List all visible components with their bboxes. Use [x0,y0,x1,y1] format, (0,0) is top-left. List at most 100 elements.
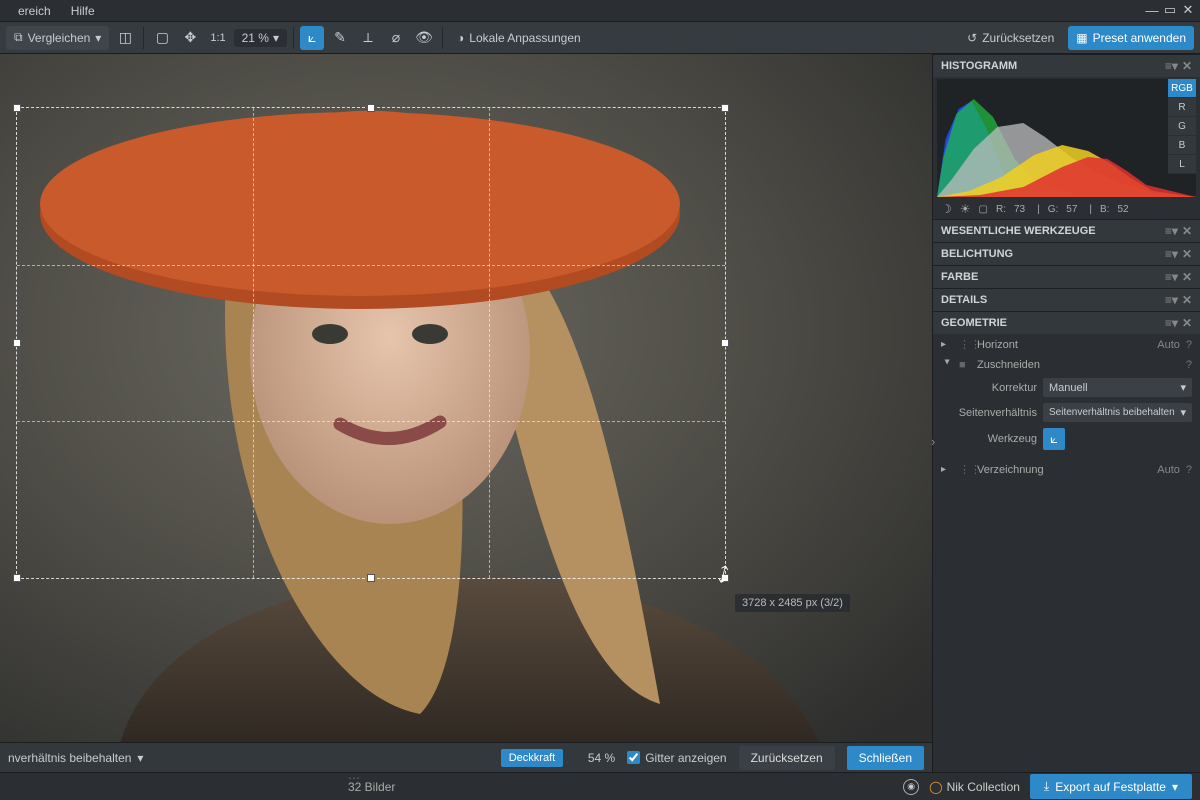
menu-icon[interactable]: ≡▾ [1165,59,1178,73]
zoom-level[interactable]: 21 % ▾ [234,29,287,47]
color-title: FARBE [941,271,978,283]
readout-r-label: R: [996,204,1006,215]
reset-button[interactable]: ↺ Zurücksetzen [959,26,1062,50]
menu-icon[interactable]: ≡▾ [1165,270,1178,284]
straighten-tool-icon[interactable]: ⟂ [356,26,380,50]
geometry-row-crop[interactable]: ▸ ■ Zuschneiden ? [933,355,1200,375]
crop-tool-button[interactable]: ⟀ [1043,428,1065,450]
split-view-icon[interactable]: ◫ [113,26,137,50]
crop-tool-row: Werkzeug ⟀ [933,425,1200,453]
help-icon[interactable]: ? [1186,359,1192,371]
histogram-tab-g[interactable]: G [1168,117,1196,136]
nik-collection-button[interactable]: ◯ Nik Collection [929,780,1020,794]
close-icon[interactable]: ✕ [1180,2,1196,18]
crop-close-button[interactable]: Schließen [847,746,924,770]
section-header-geometry[interactable]: GEOMETRIE ≡▾ ✕ [933,311,1200,334]
grid-checkbox-wrap[interactable]: Gitter anzeigen [627,751,726,765]
separator [442,27,443,49]
drag-dots-icon: ⋮⋮ [959,463,971,476]
drag-dots-icon: ⋮⋮ [959,338,971,351]
menu-icon[interactable]: ≡▾ [1165,316,1178,330]
section-header-color[interactable]: FARBE ≡▾ ✕ [933,265,1200,288]
section-header-details[interactable]: DETAILS ≡▾✕ [933,288,1200,311]
close-icon[interactable]: ✕ [1182,316,1192,330]
histogram-tab-r[interactable]: R [1168,98,1196,117]
geometry-row-distortion[interactable]: ▸ ⋮⋮ Verzeichnung Auto ? [933,459,1200,480]
histogram-tab-rgb[interactable]: RGB [1168,79,1196,98]
crop-handle-w[interactable] [13,339,21,347]
histogram-channel-tabs: RGB R G B L [1168,79,1196,174]
crop-reset-button[interactable]: Zurücksetzen [739,746,835,770]
correction-dropdown[interactable]: Manuell ▾ [1043,378,1192,397]
move-icon[interactable]: ✥ [178,26,202,50]
zoom-value: 21 % [242,31,269,45]
export-button[interactable]: ⤓ Export auf Festplatte ▾ [1030,774,1192,799]
crop-handle-s[interactable] [367,574,375,582]
close-icon[interactable]: ✕ [1182,293,1192,307]
close-icon[interactable]: ✕ [1182,270,1192,284]
apply-preset-button[interactable]: ▦ Preset anwenden [1068,26,1194,50]
chevron-right-icon: ▸ [941,339,953,350]
geometry-row-horizon[interactable]: ▸ ⋮⋮ Horizont Auto ? [933,334,1200,355]
essential-title: WESENTLICHE WERKZEUGE [941,225,1096,237]
crop-options-bar: nverhältnis beibehalten ▾ Deckkraft 54 %… [0,742,932,772]
crop-aspect-row: Seitenverhältnis Seitenverhältnis beibeh… [933,400,1200,425]
histogram-title: HISTOGRAMM [941,60,1017,72]
crop-handle-n[interactable] [367,104,375,112]
opacity-value: 54 % [575,751,615,765]
aspect-dropdown[interactable]: Seitenverhältnis beibehalten ▾ [1043,403,1192,422]
crop-handle-ne[interactable] [721,104,729,112]
right-panel: HISTOGRAMM ≡▾ ✕ RGB R G B L [932,54,1200,772]
section-header-exposure[interactable]: BELICHTUNG ≡▾✕ [933,242,1200,265]
menu-item-hilfe[interactable]: Hilfe [61,2,105,20]
menu-icon[interactable]: ≡▾ [1165,224,1178,238]
one-to-one-button[interactable]: 1:1 [206,26,229,50]
eye-icon[interactable]: 👁 [412,26,436,50]
auto-label[interactable]: Auto [1157,464,1180,476]
repair-tool-icon[interactable]: ⌀ [384,26,408,50]
crop-rectangle[interactable] [16,107,726,579]
opacity-label[interactable]: Deckkraft [501,749,563,767]
fit-icon[interactable]: ▢ [150,26,174,50]
crop-handle-e[interactable] [721,339,729,347]
brush-tool-icon[interactable]: ✎ [328,26,352,50]
readout-b: 52 [1117,204,1128,215]
checkbox-icon[interactable]: ■ [959,359,971,371]
grid-checkbox[interactable] [627,751,640,764]
panel-collapse-chevron-icon[interactable]: › [931,434,935,449]
close-icon[interactable]: ✕ [1182,247,1192,261]
aspect-dropdown-bottom[interactable]: nverhältnis beibehalten ▾ [8,751,143,765]
close-icon[interactable]: ✕ [1182,224,1192,238]
section-header-essential[interactable]: WESENTLICHE WERKZEUGE ≡▾ ✕ [933,219,1200,242]
sun-icon[interactable]: ☀ [960,202,971,216]
histogram-readout: ☽ ☀ ▢ R: 73 | G: 57 | B: 52 [933,199,1200,219]
crop-tool-icon[interactable]: ⟀ [300,26,324,50]
histogram-tab-b[interactable]: B [1168,136,1196,155]
apply-preset-label: Preset anwenden [1093,31,1186,45]
section-header-histogram[interactable]: HISTOGRAMM ≡▾ ✕ [933,54,1200,77]
maximize-icon[interactable]: ▭ [1162,2,1178,18]
compare-button[interactable]: ⧉ Vergleichen ▾ [6,26,109,50]
target-icon[interactable]: ◉ [903,779,919,795]
canvas[interactable]: ⤢ 3728 x 2485 px (3/2) [0,54,932,772]
close-icon[interactable]: ✕ [1182,59,1192,73]
crop-dimensions-readout: 3728 x 2485 px (3/2) [735,594,850,612]
histogram-tab-l[interactable]: L [1168,155,1196,174]
crop-handle-nw[interactable] [13,104,21,112]
menu-item-bereich[interactable]: ereich [8,2,61,20]
local-adjustments-button[interactable]: ◑ Lokale Anpassungen [449,26,589,50]
moon-icon[interactable]: ☽ [941,202,952,216]
separator [143,27,144,49]
crop-handle-sw[interactable] [13,574,21,582]
minimize-icon[interactable]: — [1144,2,1160,18]
auto-label[interactable]: Auto [1157,339,1180,351]
help-icon[interactable]: ? [1186,464,1192,476]
menubar: ereich Hilfe — ▭ ✕ [0,0,1200,22]
grid-checkbox-label: Gitter anzeigen [645,751,726,765]
menu-icon[interactable]: ≡▾ [1165,247,1178,261]
filmstrip-dots-icon[interactable]: ⋯ [348,771,360,785]
help-icon[interactable]: ? [1186,339,1192,351]
geometry-title: GEOMETRIE [941,317,1007,329]
menu-icon[interactable]: ≡▾ [1165,293,1178,307]
readout-square-icon: ▢ [979,204,988,215]
